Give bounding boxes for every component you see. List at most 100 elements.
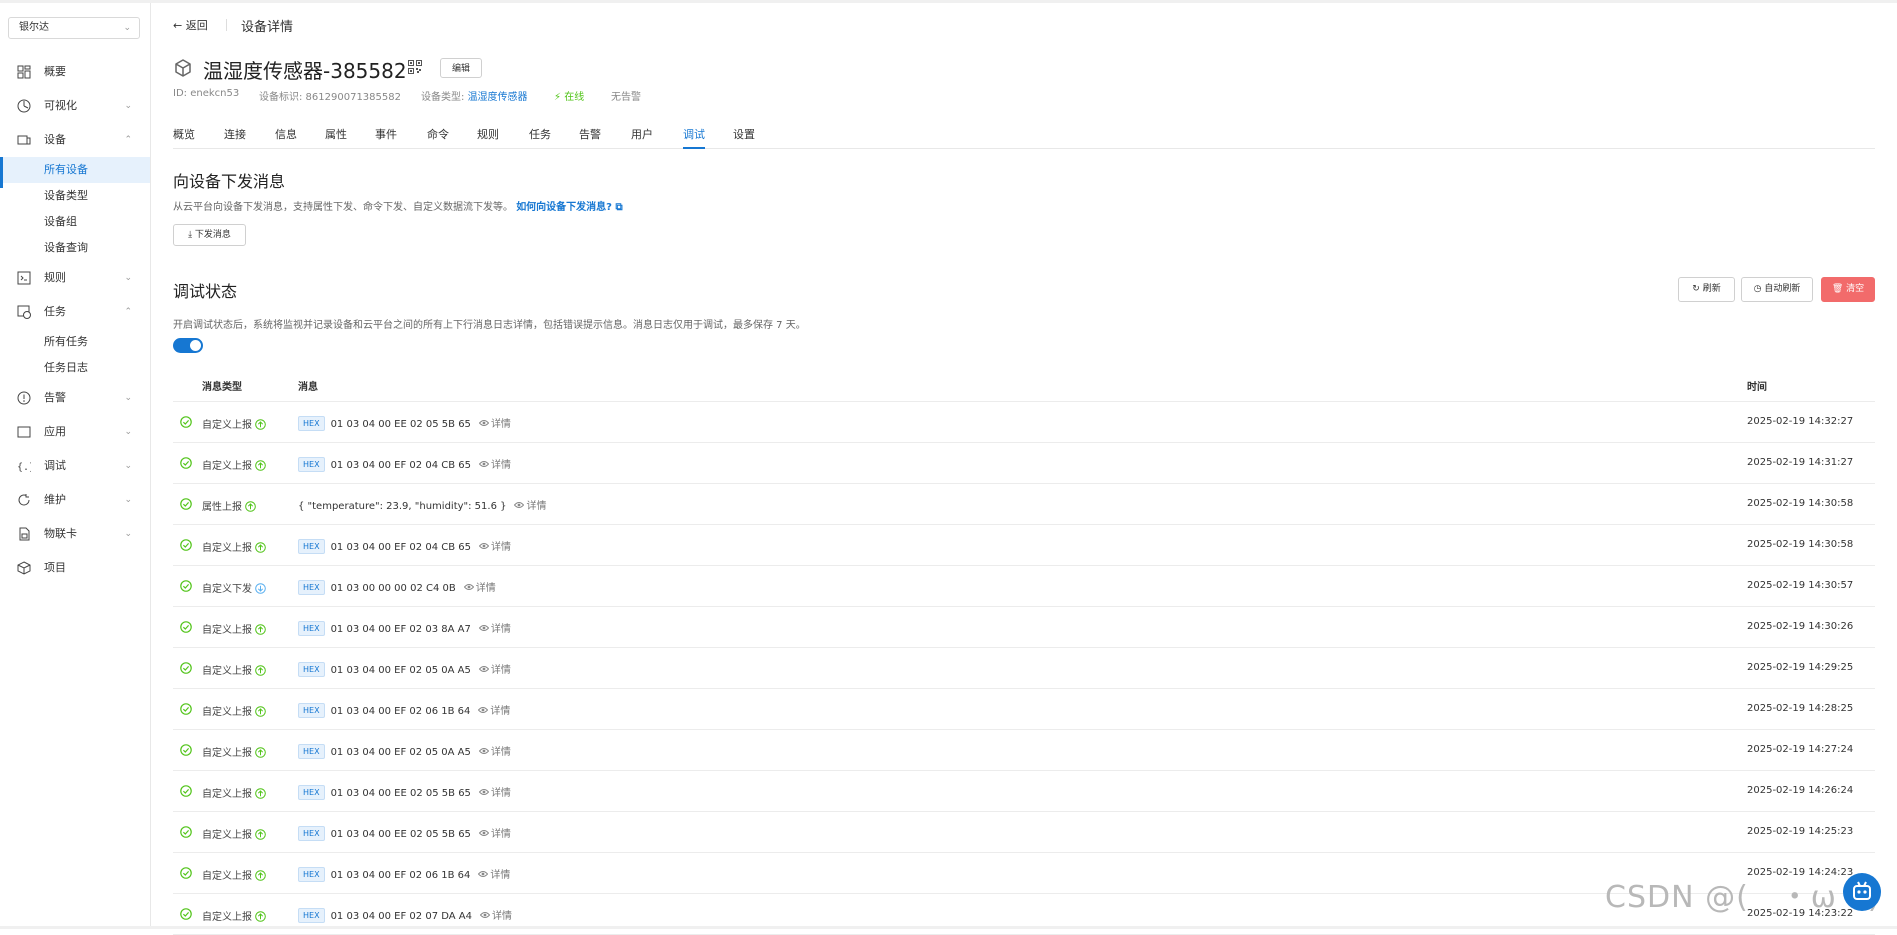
- send-message-button[interactable]: ⤓ 下发消息: [173, 224, 246, 246]
- send-section-title: 向设备下发消息: [173, 172, 286, 191]
- hex-badge: HEX: [298, 621, 325, 636]
- col-header-message: 消息: [298, 382, 318, 393]
- sidebar-item-4[interactable]: 任务 ⌃: [0, 295, 150, 329]
- qrcode-icon[interactable]: [408, 60, 422, 74]
- sidebar-item-2[interactable]: 设备 ⌃: [0, 123, 150, 157]
- detail-link[interactable]: 详情: [478, 706, 510, 717]
- tab-7[interactable]: 任务: [529, 126, 551, 142]
- arrow-up-circle-icon: [255, 624, 266, 635]
- message-type: 自定义上报: [202, 867, 266, 882]
- org-select[interactable]: 银尔达 ⌄: [8, 17, 140, 39]
- message-text: 01 03 04 00 EF 02 07 DA A4: [330, 911, 472, 922]
- message-text: 01 03 04 00 EF 02 06 1B 64: [330, 706, 471, 717]
- refresh-button[interactable]: ↻ 刷新: [1678, 277, 1735, 302]
- sidebar-item-7[interactable]: {.} 调试 ⌄: [0, 449, 150, 483]
- sidebar-item-9[interactable]: 物联卡 ⌄: [0, 517, 150, 551]
- detail-link[interactable]: 详情: [478, 665, 511, 676]
- tab-4[interactable]: 事件: [375, 126, 397, 142]
- message-content: HEX 01 03 04 00 EF 02 04 CB 65 详情: [298, 538, 511, 554]
- tab-1[interactable]: 连接: [224, 126, 246, 142]
- sidebar-subitem[interactable]: 所有设备: [0, 157, 150, 188]
- tab-0[interactable]: 概览: [173, 126, 195, 142]
- message-type-label: 自定义上报: [202, 871, 252, 882]
- eye-icon: [479, 912, 490, 918]
- message-time: 2025-02-19 14:29:25: [1747, 662, 1854, 673]
- detail-link[interactable]: 详情: [479, 911, 512, 922]
- sidebar-item-10[interactable]: 项目: [0, 551, 150, 585]
- message-content: HEX 01 03 04 00 EF 02 04 CB 65 详情: [298, 456, 511, 472]
- send-help-link[interactable]: 如何向设备下发消息? ⧉: [516, 202, 622, 213]
- trash-icon: 🗑: [1831, 284, 1844, 294]
- arrow-up-circle-icon: [245, 501, 256, 512]
- clear-button[interactable]: 🗑 清空: [1821, 277, 1875, 302]
- arrow-up-circle-icon: [255, 747, 266, 758]
- chevron-down-icon: ⌄: [124, 495, 132, 505]
- sidebar-item-6[interactable]: 应用 ⌄: [0, 415, 150, 449]
- detail-link[interactable]: 详情: [478, 624, 511, 635]
- message-time: 2025-02-19 14:26:24: [1747, 785, 1854, 796]
- maintain-icon: [18, 494, 30, 506]
- tab-10[interactable]: 调试: [683, 126, 705, 149]
- arrow-up-circle-icon: [255, 665, 266, 676]
- arrow-up-circle-icon: [255, 542, 266, 553]
- detail-link[interactable]: 详情: [478, 747, 511, 758]
- tab-9[interactable]: 用户: [631, 126, 653, 142]
- assistant-button[interactable]: [1843, 873, 1881, 911]
- sidebar-item-0[interactable]: 概要: [0, 55, 150, 89]
- hex-badge: HEX: [298, 908, 325, 923]
- back-link[interactable]: ← 返回: [173, 17, 208, 33]
- message-time: 2025-02-19 14:30:26: [1747, 621, 1854, 632]
- device-type-link[interactable]: 温湿度传感器: [468, 92, 528, 103]
- table-row: 自定义上报 HEX 01 03 04 00 EF 02 04 CB 65 详情 2025…: [173, 443, 1875, 484]
- sidebar-item-1[interactable]: 可视化 ⌄: [0, 89, 150, 123]
- message-type-label: 自定义上报: [202, 707, 252, 718]
- tab-2[interactable]: 信息: [275, 126, 297, 142]
- auto-refresh-button[interactable]: ◷ 自动刷新: [1741, 277, 1813, 302]
- message-type: 自定义上报: [202, 826, 266, 841]
- edit-button[interactable]: 编辑: [440, 58, 482, 78]
- sidebar-subitem[interactable]: 设备查询: [0, 235, 150, 261]
- dashboard-icon: [17, 65, 31, 79]
- sidebar-subitem[interactable]: 所有任务: [0, 329, 150, 355]
- tab-5[interactable]: 命令: [427, 126, 449, 142]
- detail-link[interactable]: 详情: [478, 829, 511, 840]
- external-link-icon: ⧉: [615, 202, 623, 213]
- detail-link[interactable]: 详情: [463, 583, 496, 594]
- detail-link[interactable]: 详情: [478, 870, 510, 881]
- message-type: 自定义下发: [202, 580, 266, 595]
- detail-link[interactable]: 详情: [478, 788, 511, 799]
- sidebar-item-8[interactable]: 维护 ⌄: [0, 483, 150, 517]
- debug-toggle[interactable]: [173, 338, 203, 353]
- tab-11[interactable]: 设置: [733, 126, 755, 142]
- sidebar-nav: 概要 可视化 ⌄ 设备 ⌃ 所有设备 设备类型 设备组 设备查询 规则 ⌄ 任务 ⌃ 所有任务 任务日志 告警…: [0, 55, 150, 585]
- hex-badge: HEX: [298, 826, 325, 841]
- sidebar-item-3[interactable]: 规则 ⌄: [0, 261, 150, 295]
- sidebar-item-5[interactable]: 告警 ⌄: [0, 381, 150, 415]
- hex-badge: HEX: [298, 580, 325, 595]
- sidebar-item-label: 规则: [44, 271, 66, 284]
- col-header-time: 时间: [1747, 382, 1767, 393]
- detail-label: 详情: [490, 419, 511, 430]
- message-text: 01 03 00 00 00 02 C4 0B: [330, 583, 456, 594]
- sidebar-subitem[interactable]: 设备类型: [0, 183, 150, 209]
- arrow-up-circle-icon: [255, 829, 266, 840]
- tab-3[interactable]: 属性: [325, 126, 347, 142]
- detail-link[interactable]: 详情: [514, 501, 546, 512]
- sidebar-item-label: 告警: [44, 391, 66, 404]
- sidebar-subitem[interactable]: 设备组: [0, 209, 150, 235]
- detail-link[interactable]: 详情: [478, 419, 511, 430]
- project-icon: [17, 561, 31, 575]
- message-content: HEX 01 03 04 00 EF 02 05 0A A5 详情: [298, 743, 511, 759]
- detail-link[interactable]: 详情: [478, 542, 511, 553]
- check-circle-icon: [180, 662, 192, 674]
- detail-label: 详情: [490, 542, 511, 553]
- message-type: 自定义上报: [202, 662, 266, 677]
- sidebar-subitem[interactable]: 任务日志: [0, 355, 150, 381]
- detail-link[interactable]: 详情: [478, 460, 511, 471]
- tab-6[interactable]: 规则: [477, 126, 499, 142]
- send-desc-text: 从云平台向设备下发消息，支持属性下发、命令下发、自定义数据流下发等。: [173, 202, 513, 213]
- app-icon: [17, 426, 31, 438]
- check-circle-icon: [180, 580, 192, 592]
- auto-refresh-label: 自动刷新: [1764, 284, 1801, 294]
- tab-8[interactable]: 告警: [579, 126, 601, 142]
